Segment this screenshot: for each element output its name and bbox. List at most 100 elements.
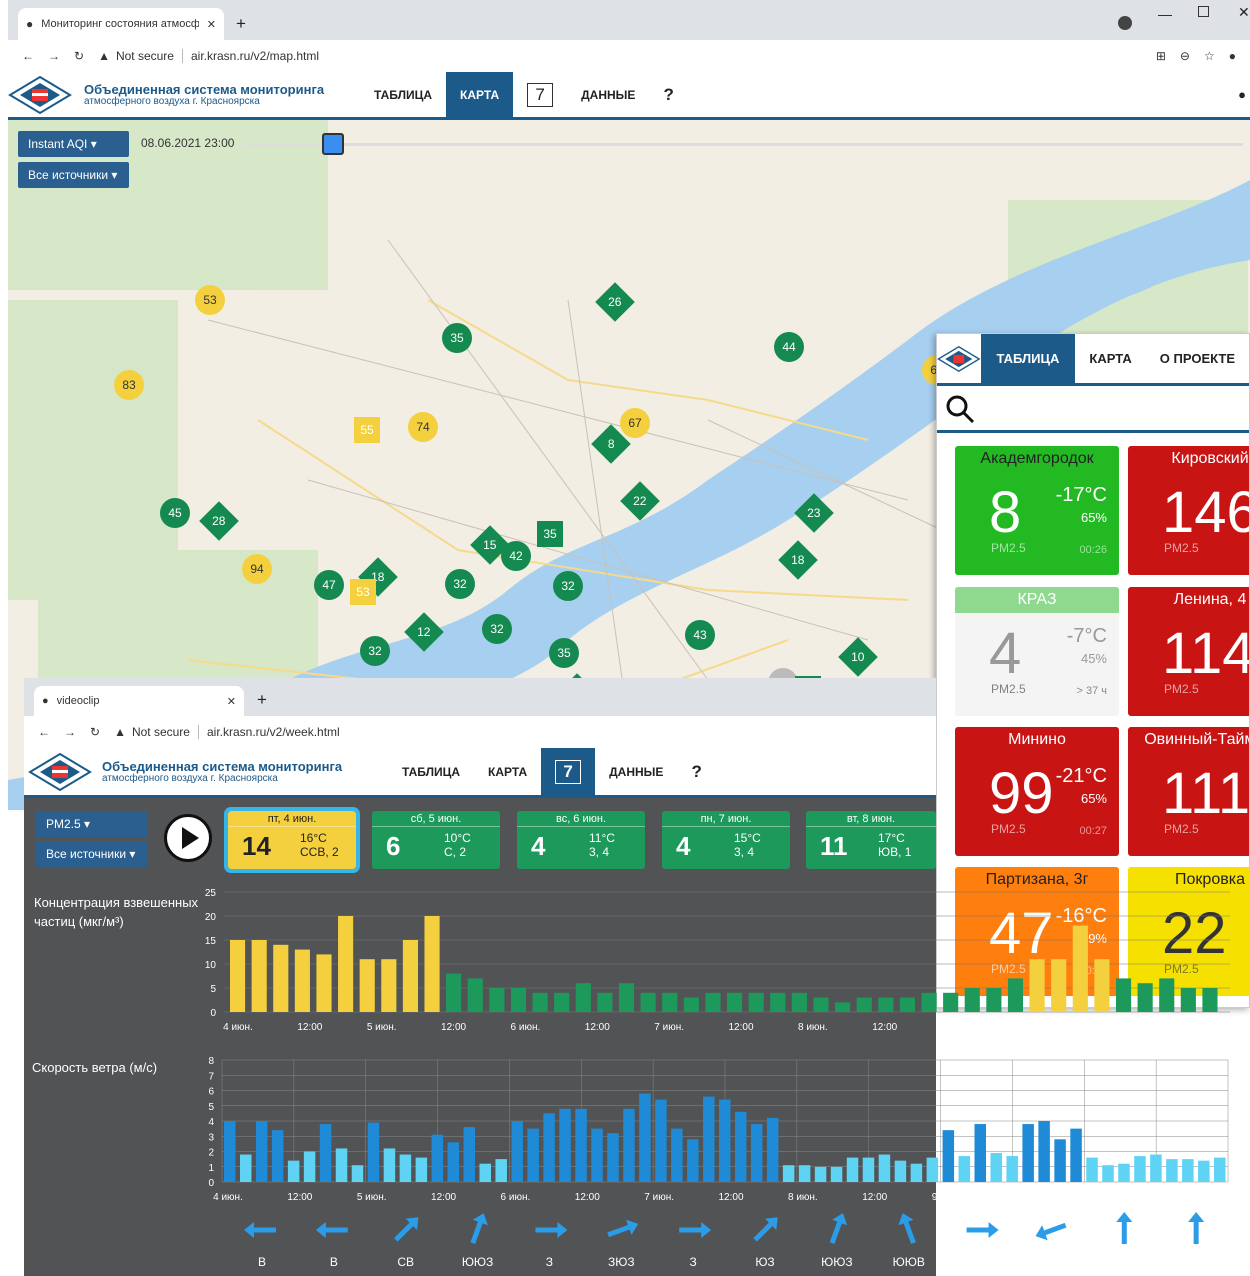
station-time: 00:26 bbox=[1079, 544, 1107, 556]
time-slider-track[interactable] bbox=[243, 143, 1243, 146]
logo-icon[interactable] bbox=[28, 752, 92, 792]
security-label[interactable]: Not secure bbox=[116, 49, 174, 63]
panel-nav-about[interactable]: О ПРОЕКТЕ bbox=[1146, 334, 1249, 383]
nav-calendar-tab[interactable]: 7 bbox=[541, 748, 596, 795]
map-marker[interactable]: 35 bbox=[537, 521, 563, 547]
station-card[interactable]: Академгородок 8 -17°C 65% PM2.5 00:26 bbox=[955, 446, 1119, 575]
station-card[interactable]: КРАЗ 4 -7°C 45% PM2.5 > 37 ч bbox=[955, 587, 1119, 716]
wind-bar bbox=[703, 1096, 715, 1182]
x-tick-label: 4 июн. bbox=[213, 1192, 243, 1203]
close-icon[interactable]: ✕ bbox=[207, 18, 216, 31]
nav-data[interactable]: ДАННЫЕ bbox=[567, 72, 649, 117]
window-close-icon[interactable]: ✕ bbox=[1238, 4, 1250, 21]
back-icon[interactable]: ← bbox=[38, 725, 50, 739]
account-icon[interactable]: ● bbox=[1229, 49, 1236, 63]
map-marker[interactable]: 45 bbox=[160, 498, 190, 528]
nav-help[interactable]: ? bbox=[677, 748, 715, 795]
day-card[interactable]: вт, 8 июн. 11 17°C ЮВ, 1 bbox=[806, 811, 936, 869]
wind-bar bbox=[639, 1093, 651, 1182]
week-address-bar: ← → ↻ ▲ Not secure air.krasn.ru/v2/week.… bbox=[24, 716, 936, 748]
day-weather: 17°C ЮВ, 1 bbox=[878, 831, 912, 859]
reload-icon[interactable]: ↻ bbox=[90, 725, 100, 739]
map-marker[interactable]: 53 bbox=[195, 285, 225, 315]
panel-nav-map[interactable]: КАРТА bbox=[1075, 334, 1145, 383]
map-marker[interactable]: 35 bbox=[549, 638, 579, 668]
wind-direction-label: ЮЮЗ bbox=[821, 1255, 853, 1269]
wind-direction-label: З bbox=[690, 1255, 697, 1269]
station-card[interactable]: Кировский146-18PM2.5 bbox=[1128, 446, 1249, 575]
map-marker[interactable]: 53 bbox=[350, 579, 376, 605]
new-tab-icon[interactable]: + bbox=[257, 690, 267, 710]
panel-logo-icon[interactable] bbox=[937, 337, 981, 381]
time-slider-handle[interactable] bbox=[322, 133, 344, 155]
week-navbar: Объединенная система мониторинга атмосфе… bbox=[24, 748, 936, 798]
nav-help[interactable]: ? bbox=[649, 72, 687, 117]
profile-dropdown-icon[interactable] bbox=[1118, 16, 1132, 30]
map-marker[interactable]: 44 bbox=[774, 332, 804, 362]
nav-calendar[interactable]: 7 bbox=[555, 759, 582, 784]
station-card[interactable]: Овинный-Таймыр111-23PM2.5 bbox=[1128, 727, 1249, 856]
zoom-icon[interactable]: ⊖ bbox=[1180, 49, 1190, 63]
back-icon[interactable]: ← bbox=[22, 49, 34, 63]
day-card[interactable]: пн, 7 июн. 4 15°C 3, 4 bbox=[662, 811, 790, 869]
forward-icon[interactable]: → bbox=[64, 725, 76, 739]
pm-bar bbox=[856, 997, 872, 1012]
translate-icon[interactable]: ⊞ bbox=[1156, 49, 1166, 63]
main-browser-tab[interactable]: ● Мониторинг состояния атмосф ✕ bbox=[18, 8, 224, 40]
wind-arrow-shaft bbox=[753, 1221, 774, 1242]
wind-bar bbox=[575, 1108, 587, 1182]
sources-dropdown[interactable]: Все источники ▾ bbox=[18, 162, 129, 188]
week-browser-tab[interactable]: ● videoclip ✕ bbox=[34, 686, 244, 716]
user-icon[interactable]: ● bbox=[1238, 87, 1246, 102]
map-marker[interactable]: 32 bbox=[553, 571, 583, 601]
map-marker[interactable]: 35 bbox=[442, 323, 472, 353]
nav-table[interactable]: ТАБЛИЦА bbox=[360, 72, 446, 117]
wind-arrow-icon bbox=[829, 1213, 848, 1245]
nav-calendar[interactable]: 7 bbox=[527, 82, 554, 107]
day-card[interactable]: сб, 5 июн. 6 10°C С, 2 bbox=[372, 811, 500, 869]
day-card[interactable]: вс, 6 июн. 4 11°C 3, 4 bbox=[517, 811, 645, 869]
panel-nav-table[interactable]: ТАБЛИЦА bbox=[980, 334, 1076, 385]
new-tab-icon[interactable]: + bbox=[236, 14, 246, 34]
map-marker[interactable]: 47 bbox=[314, 570, 344, 600]
play-icon[interactable] bbox=[164, 814, 212, 862]
minimize-icon[interactable]: — bbox=[1158, 6, 1172, 22]
nav-map[interactable]: КАРТА bbox=[474, 748, 541, 795]
nav-map[interactable]: КАРТА bbox=[446, 72, 514, 117]
reload-icon[interactable]: ↻ bbox=[74, 49, 84, 63]
search-icon[interactable] bbox=[945, 394, 975, 424]
map-marker[interactable]: 83 bbox=[114, 370, 144, 400]
map-marker[interactable]: 32 bbox=[360, 636, 390, 666]
pm-bar bbox=[1180, 988, 1196, 1012]
nav-data[interactable]: ДАННЫЕ bbox=[595, 748, 677, 795]
url-text[interactable]: air.krasn.ru/v2/map.html bbox=[181, 49, 319, 63]
logo-icon[interactable] bbox=[8, 75, 72, 115]
map-marker[interactable]: 32 bbox=[482, 614, 512, 644]
map-marker[interactable]: 94 bbox=[242, 554, 272, 584]
security-label[interactable]: Not secure bbox=[132, 725, 190, 739]
week-sources-dropdown[interactable]: Все источники ▾ bbox=[36, 841, 148, 867]
aqi-dropdown[interactable]: Instant AQI ▾ bbox=[18, 131, 129, 157]
pm-bar bbox=[532, 992, 548, 1012]
pm-dropdown[interactable]: PM2.5 ▾ bbox=[36, 811, 148, 837]
station-card[interactable]: Ленина, 4114-15PM2.5 bbox=[1128, 587, 1249, 716]
map-marker[interactable]: 74 bbox=[408, 412, 438, 442]
map-marker[interactable]: 32 bbox=[445, 569, 475, 599]
maximize-icon[interactable] bbox=[1198, 6, 1209, 17]
close-icon[interactable]: ✕ bbox=[227, 695, 236, 708]
wind-arrow-icon bbox=[1035, 1222, 1067, 1241]
url-text[interactable]: air.krasn.ru/v2/week.html bbox=[197, 725, 340, 739]
x-tick-label: 12:00 bbox=[1016, 1022, 1041, 1033]
day-card[interactable]: пт, 4 июн. 14 16°C ССВ, 2 bbox=[224, 807, 360, 873]
map-marker[interactable]: 55 bbox=[354, 417, 380, 443]
nav-table[interactable]: ТАБЛИЦА bbox=[388, 748, 474, 795]
map-marker[interactable]: 42 bbox=[501, 541, 531, 571]
wind-bar bbox=[607, 1133, 619, 1182]
star-icon[interactable]: ☆ bbox=[1204, 49, 1215, 63]
forward-icon[interactable]: → bbox=[48, 49, 60, 63]
station-time: > 37 ч bbox=[1076, 685, 1107, 697]
map-marker[interactable]: 43 bbox=[685, 620, 715, 650]
station-card[interactable]: Минино 99 -21°C 65% PM2.5 00:27 bbox=[955, 727, 1119, 856]
map-marker[interactable]: 67 bbox=[620, 408, 650, 438]
x-tick-label: 12:00 bbox=[431, 1192, 456, 1203]
